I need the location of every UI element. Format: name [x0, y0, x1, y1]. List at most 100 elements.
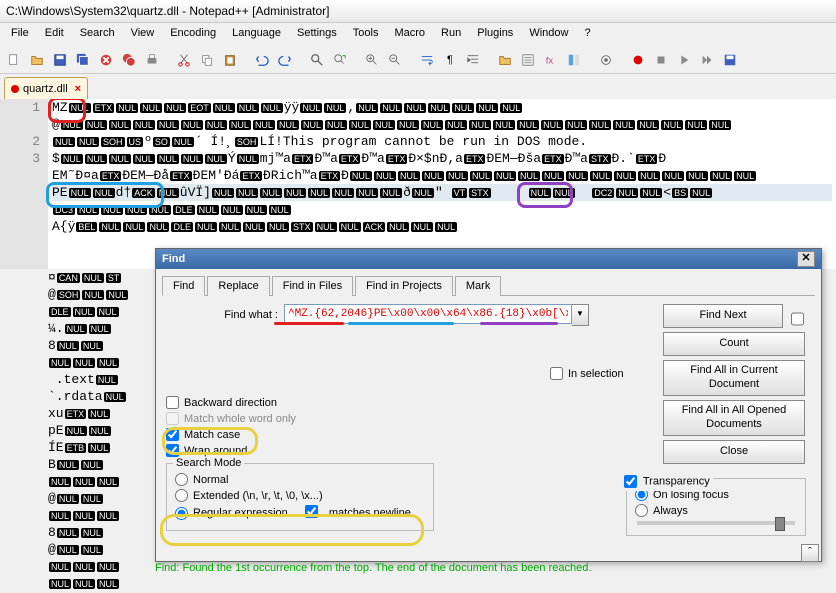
- find-icon[interactable]: [307, 50, 327, 70]
- play-icon[interactable]: [674, 50, 694, 70]
- menu-tools[interactable]: Tools: [346, 25, 386, 45]
- wholeword-checkbox: [166, 412, 179, 425]
- new-icon[interactable]: [4, 50, 24, 70]
- dos-stub-text: !This program cannot be run in DOS mode.: [275, 134, 587, 149]
- normal-label: Normal: [193, 474, 228, 486]
- underline-blue: [348, 322, 454, 325]
- editor[interactable]: 123 MZNULETXNULNULNULEOTNULNULNULÿÿNULNU…: [0, 99, 836, 269]
- menu-window[interactable]: Window: [522, 25, 575, 45]
- transparency-checkbox[interactable]: [624, 475, 637, 488]
- menu-search[interactable]: Search: [73, 25, 122, 45]
- find-dialog: Find ✕ Find Replace Find in Files Find i…: [155, 248, 822, 562]
- count-button[interactable]: Count: [663, 332, 805, 356]
- print-icon[interactable]: [142, 50, 162, 70]
- extended-radio[interactable]: [175, 489, 188, 502]
- tab-find[interactable]: Find: [162, 276, 205, 296]
- menu-run[interactable]: Run: [434, 25, 468, 45]
- findall-opened-button[interactable]: Find All in All Opened Documents: [663, 400, 805, 436]
- tabbar: quartz.dll ×: [0, 74, 836, 99]
- findwhat-dropdown-icon[interactable]: ▼: [572, 304, 589, 326]
- dialog-close-icon[interactable]: ✕: [797, 251, 815, 267]
- menu-settings[interactable]: Settings: [290, 25, 344, 45]
- dotnl-label: . matches newline: [323, 507, 411, 519]
- record-icon[interactable]: [628, 50, 648, 70]
- inselection-checkbox[interactable]: [550, 367, 563, 380]
- cut-icon[interactable]: [174, 50, 194, 70]
- menubar: File Edit Search View Encoding Language …: [0, 23, 836, 47]
- findnext-button[interactable]: Find Next: [663, 304, 783, 328]
- matchcase-label: Match case: [184, 429, 240, 441]
- wholeword-label: Match whole word only: [184, 413, 296, 425]
- line-gutter: 123: [0, 99, 48, 269]
- menu-plugins[interactable]: Plugins: [470, 25, 520, 45]
- wordwrap-icon[interactable]: [417, 50, 437, 70]
- menu-language[interactable]: Language: [225, 25, 288, 45]
- close-icon[interactable]: [96, 50, 116, 70]
- always-label: Always: [653, 505, 688, 517]
- findnext-direction-checkbox[interactable]: [791, 309, 804, 329]
- expand-toggle-icon[interactable]: ˆ: [801, 544, 819, 562]
- findwhat-label: Find what :: [180, 309, 284, 321]
- file-tab[interactable]: quartz.dll ×: [4, 77, 88, 99]
- regex-label: Regular expression: [193, 507, 288, 519]
- zoomin-icon[interactable]: [362, 50, 382, 70]
- matchcase-checkbox[interactable]: [166, 428, 179, 441]
- tab-filename: quartz.dll: [23, 83, 68, 95]
- stop-icon[interactable]: [651, 50, 671, 70]
- wrap-checkbox[interactable]: [166, 444, 179, 457]
- indent-icon[interactable]: [463, 50, 483, 70]
- undo-icon[interactable]: [252, 50, 272, 70]
- savemacro-icon[interactable]: [720, 50, 740, 70]
- pe-header: PE: [52, 185, 68, 200]
- showchars-icon[interactable]: ¶: [440, 50, 460, 70]
- monitor-icon[interactable]: [596, 50, 616, 70]
- findwhat-input[interactable]: [284, 304, 572, 324]
- find-status-message: Find: Found the 1st occurrence from the …: [155, 562, 591, 574]
- transparency-label: Transparency: [643, 475, 710, 487]
- editor-overflow: ¤CANNULST @SOHNULNUL DLENULNUL ¼.NULNUL …: [48, 269, 158, 593]
- tab-findinfiles[interactable]: Find in Files: [272, 276, 353, 296]
- findall-current-button[interactable]: Find All in Current Document: [663, 360, 805, 396]
- toolbar: ¶ fx: [0, 47, 836, 74]
- tab-close-icon[interactable]: ×: [75, 83, 81, 95]
- zoomout-icon[interactable]: [385, 50, 405, 70]
- dialog-titlebar[interactable]: Find ✕: [156, 249, 821, 269]
- menu-file[interactable]: File: [4, 25, 36, 45]
- closeall-icon[interactable]: [119, 50, 139, 70]
- svg-text:fx: fx: [546, 56, 554, 67]
- menu-encoding[interactable]: Encoding: [163, 25, 223, 45]
- extended-label: Extended (\n, \r, \t, \0, \x...): [193, 490, 323, 502]
- save-icon[interactable]: [50, 50, 70, 70]
- always-radio[interactable]: [635, 504, 648, 517]
- funclist-icon[interactable]: fx: [541, 50, 561, 70]
- backward-checkbox[interactable]: [166, 396, 179, 409]
- doclist-icon[interactable]: [518, 50, 538, 70]
- tab-findinprojects[interactable]: Find in Projects: [355, 276, 453, 296]
- docmap-icon[interactable]: [564, 50, 584, 70]
- close-button[interactable]: Close: [663, 440, 805, 464]
- playmulti-icon[interactable]: [697, 50, 717, 70]
- copy-icon[interactable]: [197, 50, 217, 70]
- backward-label: Backward direction: [184, 397, 277, 409]
- modified-dot-icon: [11, 85, 19, 93]
- normal-radio[interactable]: [175, 473, 188, 486]
- regex-radio[interactable]: [175, 507, 188, 520]
- transparency-slider[interactable]: [775, 517, 785, 531]
- folder-icon[interactable]: [495, 50, 515, 70]
- menu-help[interactable]: ?: [577, 25, 597, 45]
- tab-replace[interactable]: Replace: [207, 276, 269, 296]
- inselection-label: In selection: [568, 368, 624, 380]
- searchmode-group-label: Search Mode: [173, 457, 244, 469]
- dotnl-checkbox[interactable]: [305, 505, 318, 518]
- paste-icon[interactable]: [220, 50, 240, 70]
- tab-mark[interactable]: Mark: [455, 276, 501, 296]
- menu-view[interactable]: View: [124, 25, 162, 45]
- window-title: C:\Windows\System32\quartz.dll - Notepad…: [0, 0, 836, 23]
- replace-icon[interactable]: [330, 50, 350, 70]
- redo-icon[interactable]: [275, 50, 295, 70]
- menu-macro[interactable]: Macro: [387, 25, 432, 45]
- saveall-icon[interactable]: [73, 50, 93, 70]
- open-icon[interactable]: [27, 50, 47, 70]
- menu-edit[interactable]: Edit: [38, 25, 71, 45]
- wrap-label: Wrap around: [184, 445, 247, 457]
